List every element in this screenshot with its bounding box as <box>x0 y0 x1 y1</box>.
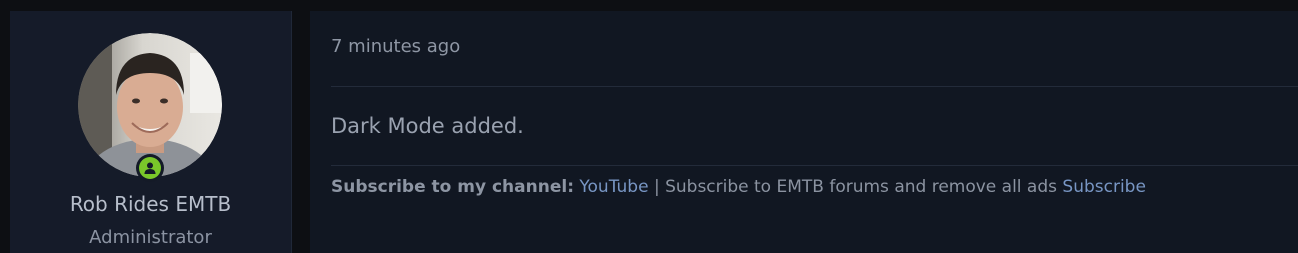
post-message-panel: 7 minutes ago Dark Mode added. Subscribe… <box>310 11 1298 253</box>
signature-divider <box>331 165 1298 166</box>
post-body: Dark Mode added. <box>331 114 524 138</box>
signature-label: Subscribe to my channel: <box>331 177 574 197</box>
user-online-icon <box>139 157 161 179</box>
post-gutter <box>292 11 310 253</box>
post-signature: Subscribe to my channel: YouTube | Subsc… <box>331 175 1146 199</box>
subscribe-link[interactable]: Subscribe <box>1062 177 1146 197</box>
post-timestamp[interactable]: 7 minutes ago <box>331 35 460 59</box>
forum-post: Rob Rides EMTB Administrator 7 minutes a… <box>10 11 1298 253</box>
header-divider <box>331 86 1298 87</box>
author-title: Administrator <box>89 227 212 248</box>
post-author-panel: Rob Rides EMTB Administrator <box>10 11 292 253</box>
signature-ads-text: Subscribe to EMTB forums and remove all … <box>665 177 1057 197</box>
youtube-link[interactable]: YouTube <box>579 177 648 197</box>
author-name[interactable]: Rob Rides EMTB <box>10 191 291 217</box>
avatar-container[interactable] <box>78 33 222 182</box>
signature-separator: | <box>653 177 660 197</box>
online-status-badge <box>136 154 164 182</box>
